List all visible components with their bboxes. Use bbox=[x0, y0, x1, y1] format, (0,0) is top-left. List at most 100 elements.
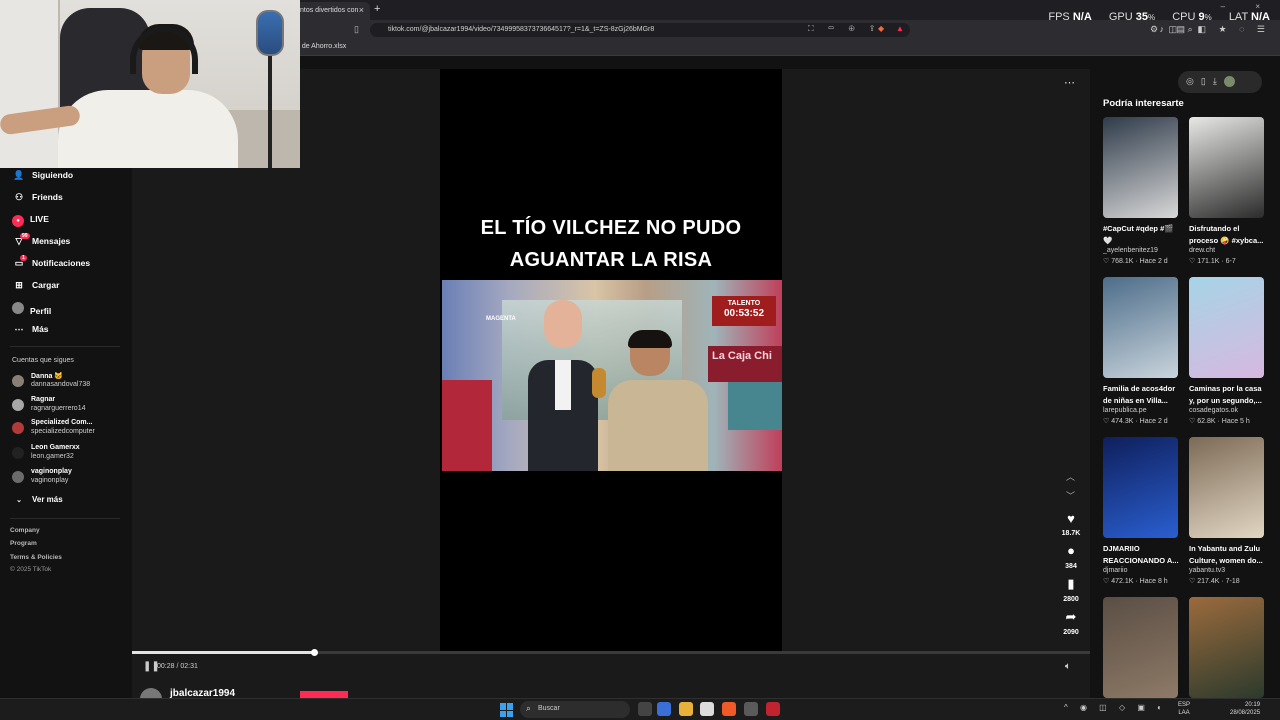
sidebar-item-label: Notificaciones bbox=[32, 258, 91, 268]
clip-counter bbox=[728, 380, 782, 430]
new-tab-button[interactable]: + bbox=[374, 3, 380, 15]
comment-icon[interactable]: ● bbox=[1062, 543, 1080, 558]
clip-sign: La Caja Chi bbox=[708, 346, 782, 382]
clock[interactable]: 20:19 28/08/2025 bbox=[1230, 701, 1260, 717]
video-author: _ayelenbenitez19 bbox=[1103, 247, 1158, 254]
window-controls[interactable]: – × bbox=[1221, 2, 1274, 11]
video-caption-overlay: EL TÍO VILCHEZ NO PUDO AGUANTAR LA RISA bbox=[440, 212, 782, 276]
video-thumbnail[interactable] bbox=[1189, 277, 1264, 378]
page-action-icons[interactable]: ⛶ ▭ ⊕ ⇪ bbox=[808, 24, 882, 34]
heart-icon: ♡ bbox=[1103, 258, 1112, 265]
sidebar-item-label: Cargar bbox=[32, 280, 60, 290]
recommendations-title: Podría interesarte bbox=[1103, 98, 1184, 109]
bookmark-save-icon[interactable]: ▮ bbox=[1062, 576, 1080, 592]
next-video-icon[interactable]: ﹀ bbox=[1066, 489, 1075, 502]
toolbar-icons[interactable]: ♪ ▤ ◧ ★ ◌ ☰ bbox=[1160, 24, 1271, 35]
progress-handle[interactable] bbox=[311, 649, 318, 656]
avatar bbox=[12, 399, 24, 411]
video-thumbnail[interactable] bbox=[1103, 277, 1178, 378]
share-count: 2090 bbox=[1063, 629, 1079, 636]
like-icon[interactable]: ♥ bbox=[1062, 511, 1080, 526]
notifications-icon: ▭ 1 bbox=[14, 255, 27, 268]
recommended-video[interactable]: Disfrutando el proceso 🤪 #xybca... drew.ch… bbox=[1189, 117, 1265, 275]
share-icon[interactable]: ➦ bbox=[1062, 609, 1080, 625]
recommended-video[interactable]: Caminas por la casa y, por un segundo,...… bbox=[1189, 277, 1265, 435]
video-thumbnail[interactable] bbox=[1103, 597, 1178, 698]
footer-link-terms[interactable]: Terms & Policies bbox=[10, 554, 62, 561]
video-title-line1: In Yabantu and Zulu bbox=[1189, 544, 1261, 553]
video-thumbnail[interactable] bbox=[1103, 117, 1178, 218]
sidebar-item-following[interactable]: 👤 Siguiendo bbox=[12, 170, 73, 186]
user-avatar[interactable] bbox=[1223, 76, 1235, 88]
view-count: 768.1K bbox=[1111, 258, 1134, 265]
clip-microphone bbox=[592, 368, 606, 398]
video-title-line1: Disfrutando el bbox=[1189, 224, 1240, 233]
compass-icon[interactable]: ◎ bbox=[1186, 76, 1201, 86]
file-explorer-icon[interactable] bbox=[679, 702, 693, 716]
language-indicator[interactable]: ESP LAA bbox=[1178, 701, 1190, 717]
progress-fill bbox=[132, 651, 314, 654]
rewards-icon[interactable]: ▲ bbox=[896, 24, 904, 33]
lang-line: ESP bbox=[1178, 702, 1191, 708]
bookmark-item[interactable]: n de Ahorro.xlsx bbox=[296, 43, 346, 50]
bookmark-icon[interactable]: ▯ bbox=[354, 24, 359, 35]
previous-video-icon[interactable]: ︿ bbox=[1066, 470, 1075, 483]
recommended-video[interactable]: #CapCut #qdep #🎬 🤍 _ayelenbenitez19 ♡ 768.1… bbox=[1103, 117, 1179, 275]
video-author: larepublica.pe bbox=[1103, 407, 1147, 414]
video-author: djmariio bbox=[1103, 567, 1128, 574]
account-handle: ragnarguerrero14 bbox=[31, 405, 86, 412]
video-progress-bar[interactable] bbox=[132, 649, 1090, 656]
video-thumbnail[interactable] bbox=[1103, 437, 1178, 538]
sidebar-item-upload[interactable]: ⊞ Cargar bbox=[12, 280, 59, 296]
caption-line: AGUANTAR LA RISA bbox=[509, 249, 713, 271]
video-author: cosadegatos.ok bbox=[1189, 407, 1239, 414]
sidebar-item-messages[interactable]: ▽ 99 Mensajes bbox=[12, 233, 70, 252]
brave-shield-icon[interactable]: ◆ bbox=[878, 24, 884, 33]
capture-app-icon[interactable] bbox=[766, 702, 780, 716]
video-thumbnail[interactable] bbox=[1189, 117, 1264, 218]
playback-time: 00:28 / 02:31 bbox=[157, 663, 198, 670]
footer-link-program[interactable]: Program bbox=[10, 540, 37, 547]
recommended-video[interactable]: In Yabantu and Zulu Culture, women do... y… bbox=[1189, 437, 1265, 595]
download-icon[interactable]: ⤓ bbox=[1213, 76, 1224, 86]
footer-link-company[interactable]: Company bbox=[10, 527, 40, 534]
video-title-line2: 🤍 bbox=[1103, 236, 1113, 245]
clip-red-curtain bbox=[442, 380, 492, 471]
taskbar-search[interactable]: ⌕ Buscar bbox=[520, 701, 630, 718]
windows-start-icon[interactable] bbox=[500, 703, 514, 717]
system-tray-icons[interactable]: ^ ◉ ◫ ◇ ▣ ◐ bbox=[1064, 703, 1167, 712]
brave-browser-icon[interactable] bbox=[722, 702, 736, 716]
copilot-icon[interactable] bbox=[657, 702, 671, 716]
sidebar-item-profile[interactable]: Perfil bbox=[12, 302, 51, 318]
phone-icon[interactable]: ▯ bbox=[1201, 76, 1213, 86]
see-more-button[interactable]: ⌄ Ver más bbox=[12, 494, 63, 510]
sidebar-item-friends[interactable]: ⚇ Friends bbox=[12, 192, 63, 208]
recommended-video[interactable]: DJMARIIO REACCIONANDO A... djmariio ♡ 472.1… bbox=[1103, 437, 1179, 595]
task-view-icon[interactable] bbox=[638, 702, 652, 716]
recommended-video[interactable]: Familia de acos4dor de niñas en Villa... l… bbox=[1103, 277, 1179, 435]
clip-timer-value: 00:53:52 bbox=[723, 308, 765, 319]
clip-timer: TALENTO 00:53:52 bbox=[712, 296, 776, 326]
screen: ntos divertidos con × + FPS N/A GPU 35% … bbox=[0, 0, 1280, 720]
sidebar-item-live[interactable]: ● LIVE bbox=[12, 214, 49, 230]
clip-host-shirt bbox=[555, 360, 571, 410]
video-thumbnail[interactable] bbox=[1189, 437, 1264, 538]
save-count: 2800 bbox=[1063, 596, 1079, 603]
calendar-icon[interactable] bbox=[700, 702, 714, 716]
volume-icon[interactable]: 🔈︎ bbox=[1065, 661, 1071, 672]
more-options-icon[interactable]: ⋯ bbox=[1064, 76, 1075, 89]
heart-icon: ♡ bbox=[1103, 418, 1112, 425]
post-time: 7-18 bbox=[1225, 578, 1240, 585]
steam-icon[interactable] bbox=[744, 702, 758, 716]
video-author: yabantu.tv3 bbox=[1189, 567, 1226, 574]
sidebar-item-notifications[interactable]: ▭ 1 Notificaciones bbox=[12, 255, 91, 274]
video-title-line2: proceso 🤪 #xybca... bbox=[1189, 236, 1264, 245]
webcam-person-body bbox=[58, 90, 238, 168]
follow-button[interactable] bbox=[300, 691, 348, 698]
sidebar-item-more[interactable]: ⋯ Más bbox=[12, 324, 49, 340]
video-thumbnail[interactable] bbox=[1189, 597, 1264, 698]
tab-close-icon[interactable]: × bbox=[359, 5, 364, 15]
author-name[interactable]: jbalcazar1994 bbox=[170, 688, 235, 698]
copyright: © 2025 TikTok bbox=[10, 566, 52, 573]
author-avatar[interactable] bbox=[140, 688, 162, 698]
